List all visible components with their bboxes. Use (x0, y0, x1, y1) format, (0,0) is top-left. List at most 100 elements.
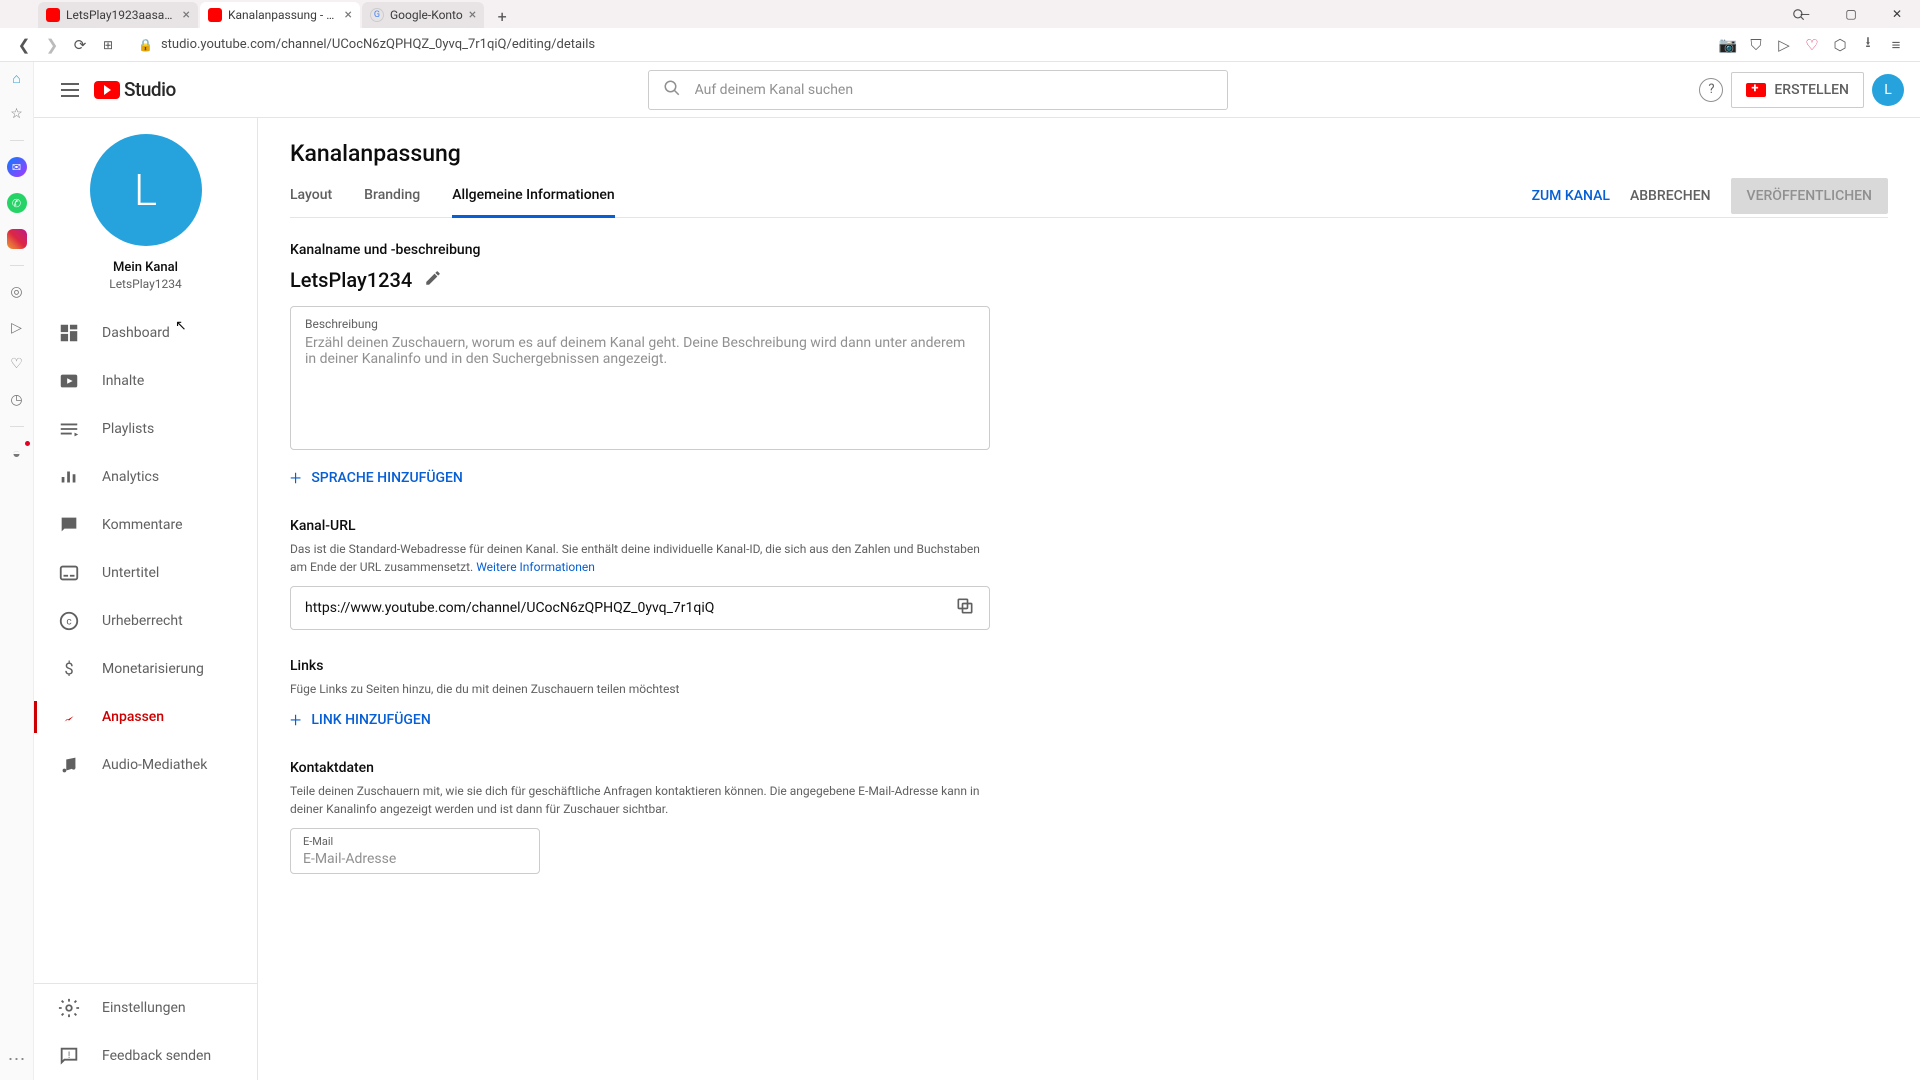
nav-label: Analytics (102, 469, 159, 485)
browser-tab-1[interactable]: Kanalanpassung - YouTube × (200, 2, 360, 28)
nav-monetization[interactable]: $ Monetarisierung (34, 645, 257, 693)
pinboard-icon[interactable]: ♡ (7, 354, 27, 374)
copy-icon[interactable] (955, 596, 975, 620)
tab-layout[interactable]: Layout (290, 187, 332, 217)
customization-icon (58, 706, 80, 728)
email-label: E-Mail (303, 835, 527, 848)
edit-icon[interactable] (424, 269, 442, 291)
tab-branding[interactable]: Branding (364, 187, 420, 217)
history-icon[interactable]: ◷ (7, 390, 27, 410)
download-icon[interactable]: ⭳ (1854, 31, 1882, 59)
google-favicon: G (370, 8, 384, 22)
account-avatar[interactable]: L (1872, 74, 1904, 106)
url-box: https://www.youtube.com/channel/UCocN6zQ… (290, 586, 990, 630)
browser-tab-0[interactable]: LetsPlay1923aasadas - You × (38, 2, 198, 28)
close-icon[interactable]: × (469, 7, 476, 23)
workspaces-icon[interactable]: ◒ (7, 443, 27, 463)
nav-label: Urheberrecht (102, 613, 183, 629)
create-label: ERSTELLEN (1774, 82, 1849, 98)
more-info-link[interactable]: Weitere Informationen (476, 560, 595, 574)
minimize-button[interactable]: ─ (1782, 0, 1828, 28)
messenger-icon[interactable]: ✉ (7, 157, 27, 177)
email-box[interactable]: E-Mail (290, 828, 540, 874)
nav-customization[interactable]: Anpassen (34, 693, 257, 741)
description-textarea[interactable] (305, 335, 975, 435)
subtitles-icon (58, 562, 80, 584)
tab-title: LetsPlay1923aasadas - You (66, 8, 177, 22)
svg-text:$: $ (64, 661, 73, 680)
close-window-button[interactable]: ✕ (1874, 0, 1920, 28)
dashboard-icon (58, 322, 80, 344)
nav-settings[interactable]: Einstellungen (34, 984, 257, 1032)
search-box[interactable] (648, 70, 1228, 110)
nav-feedback[interactable]: ! Feedback senden (34, 1032, 257, 1080)
close-icon[interactable]: × (345, 7, 352, 23)
youtube-favicon (208, 8, 222, 22)
nav-label: Feedback senden (102, 1048, 211, 1064)
divider (10, 265, 24, 266)
maximize-button[interactable]: ▢ (1828, 0, 1874, 28)
instagram-icon[interactable] (7, 229, 27, 249)
email-input[interactable] (303, 851, 527, 867)
nav-audio-library[interactable]: Audio-Mediathek (34, 741, 257, 789)
easy-setup-icon[interactable]: ≡ (1882, 31, 1910, 59)
cube-icon[interactable]: ⬡ (1826, 31, 1854, 59)
monetization-icon: $ (58, 658, 80, 680)
youtube-favicon (46, 8, 60, 22)
description-box[interactable]: Beschreibung (290, 306, 990, 450)
nav-label: Einstellungen (102, 1000, 186, 1016)
contact-heading: Kontaktdaten (290, 760, 990, 776)
nav-content[interactable]: Inhalte (34, 357, 257, 405)
flow-icon[interactable]: ◎ (7, 282, 27, 302)
menu-button[interactable] (50, 70, 90, 110)
divider (10, 140, 24, 141)
reload-button[interactable]: ⟳ (66, 31, 94, 59)
add-language-label: SPRACHE HINZUFÜGEN (311, 470, 463, 486)
nav-copyright[interactable]: c Urheberrecht (34, 597, 257, 645)
nav-comments[interactable]: Kommentare (34, 501, 257, 549)
opera-sidebar: ⌂ ☆ ✉ ✆ ◎ ▷ ♡ ◷ ◒ ⋯ (0, 62, 34, 1080)
audio-icon (58, 754, 80, 776)
snapshot-icon[interactable]: 📷 (1714, 31, 1742, 59)
nav-subtitles[interactable]: Untertitel (34, 549, 257, 597)
plus-icon: + (290, 708, 301, 732)
divider (10, 426, 24, 427)
search-input[interactable] (695, 82, 1213, 98)
studio-logo[interactable]: Studio (94, 78, 176, 101)
play-icon[interactable]: ▷ (1770, 31, 1798, 59)
star-icon[interactable]: ☆ (7, 104, 27, 124)
forward-button[interactable]: ❯ (38, 31, 66, 59)
close-icon[interactable]: × (183, 7, 190, 23)
add-language-button[interactable]: + SPRACHE HINZUFÜGEN (290, 466, 990, 490)
shield-icon[interactable]: ⛉ (1742, 31, 1770, 59)
nav-analytics[interactable]: Analytics (34, 453, 257, 501)
youtube-icon (94, 81, 120, 99)
name-section: Kanalname und -beschreibung LetsPlay1234… (290, 242, 990, 490)
plus-icon: + (290, 466, 301, 490)
player-icon[interactable]: ▷ (7, 318, 27, 338)
heart-icon[interactable]: ♡ (1798, 31, 1826, 59)
content-icon (58, 370, 80, 392)
app-root: Studio ? ERSTELLEN L L Mein Kanal Let (34, 62, 1920, 1080)
add-link-button[interactable]: + LINK HINZUFÜGEN (290, 708, 990, 732)
browser-tab-2[interactable]: G Google-Konto × (362, 2, 484, 28)
channel-avatar[interactable]: L (90, 134, 202, 246)
tab-basic-info[interactable]: Allgemeine Informationen (452, 187, 614, 217)
nav-playlists[interactable]: Playlists (34, 405, 257, 453)
help-button[interactable]: ? (1699, 78, 1723, 102)
address-bar[interactable]: 🔒 studio.youtube.com/channel/UCocN6zQPHQ… (130, 31, 1706, 59)
new-tab-button[interactable]: + (490, 4, 514, 28)
comments-icon (58, 514, 80, 536)
nav-dashboard[interactable]: Dashboard (34, 309, 257, 357)
links-section: Links Füge Links zu Seiten hinzu, die du… (290, 658, 990, 732)
speed-dial-button[interactable]: ⊞ (94, 31, 122, 59)
nav-label: Kommentare (102, 517, 183, 533)
tab-title: Kanalanpassung - YouTube (228, 8, 339, 22)
whatsapp-icon[interactable]: ✆ (7, 193, 27, 213)
more-icon[interactable]: ⋯ (8, 1049, 26, 1070)
home-icon[interactable]: ⌂ (7, 68, 27, 88)
url-heading: Kanal-URL (290, 518, 990, 534)
back-button[interactable]: ❮ (10, 31, 38, 59)
create-button[interactable]: ERSTELLEN (1731, 72, 1864, 108)
contact-section: Kontaktdaten Teile deinen Zuschauern mit… (290, 760, 990, 874)
